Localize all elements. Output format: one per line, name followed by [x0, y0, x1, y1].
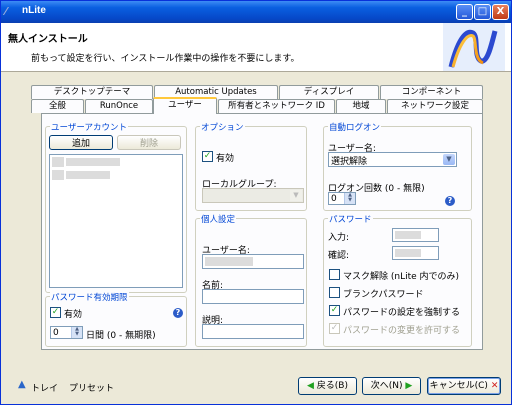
expiry-days-value: 0 — [53, 328, 59, 338]
arrow-right-icon: ▶ — [405, 381, 413, 391]
logon-count-input[interactable]: 0 ▲ ▼ — [328, 192, 356, 205]
options-title: オプション — [200, 121, 245, 133]
autologon-username-select[interactable]: 選択解除 ▼ — [328, 152, 457, 167]
tray-icon: ▲ — [18, 379, 26, 390]
unmask-password-label: マスク解除 (nLite 内でのみ) — [343, 272, 460, 282]
tab-network-settings[interactable]: ネットワーク設定 — [387, 99, 483, 113]
password-title: パスワード — [328, 213, 373, 225]
autologon-group: 自動ログオン ユーザー名: 選択解除 ▼ ログオン回数 (0 - 無限) 0 ▲… — [323, 121, 472, 211]
back-button[interactable]: ◀ 戻る(B) — [298, 377, 357, 395]
blank-password-label: ブランクパスワード — [343, 290, 424, 300]
tab-owner-network-id[interactable]: 所有者とネットワーク ID — [218, 99, 335, 113]
options-enabled-checkbox[interactable]: ✓ — [202, 151, 213, 162]
personal-name-input[interactable] — [202, 289, 304, 304]
tab-users[interactable]: ユーザー — [153, 97, 217, 114]
close-button[interactable]: X — [492, 4, 509, 20]
password-input[interactable] — [392, 228, 439, 242]
expiry-days-input[interactable]: 0 ▲ ▼ — [50, 326, 83, 339]
personal-username-input[interactable] — [202, 254, 304, 269]
banner-description: 前もって設定を行い、インストール作業中の操作を不要にします。 — [31, 54, 300, 64]
minimize-button[interactable]: _ — [456, 4, 473, 20]
header-banner: 無人インストール 前もって設定を行い、インストール作業中の操作を不要にします。 — [1, 23, 511, 72]
expiry-enabled-checkbox[interactable]: ✓ — [50, 307, 61, 318]
password-group: パスワード 入力: 確認: マスク解除 (nLite 内でのみ) ブランクパスワ… — [323, 213, 472, 347]
redacted-password — [395, 231, 421, 239]
add-user-button[interactable]: 追加 — [49, 135, 113, 150]
options-group: オプション ✓ 有効 ローカルグループ: ▼ — [195, 121, 307, 211]
redacted-user-name — [66, 158, 120, 166]
cancel-x-icon: ✕ — [490, 381, 499, 391]
preset-link[interactable]: プリセット — [69, 381, 114, 394]
tab-general[interactable]: 全般 — [31, 99, 84, 113]
autologon-title: 自動ログオン — [328, 121, 382, 133]
allow-password-change-label: パスワードの変更を許可する — [343, 326, 461, 336]
days-spinner-arrows-icon[interactable]: ▲ ▼ — [71, 327, 82, 338]
password-expiry-title: パスワード有効期限 — [50, 291, 129, 303]
nlite-app-icon: ⁄ — [5, 5, 7, 18]
nlite-logo-icon — [443, 23, 505, 71]
nlite-window: ⁄ nLite _ □ X 無人インストール 前もって設定を行い、インストール作… — [0, 0, 512, 405]
password-confirm-label: 確認: — [328, 251, 350, 261]
password-expiry-group: パスワード有効期限 ✓ 有効 ? 0 ▲ ▼ 日間 (0 - 無期限) — [45, 291, 187, 347]
tab-components[interactable]: コンポーネント — [380, 85, 483, 99]
redacted-user-icon — [52, 157, 64, 167]
title-bar: ⁄ nLite _ □ X — [1, 1, 511, 23]
delete-user-button[interactable]: 削除 — [117, 135, 181, 150]
next-label: 次へ(N) — [370, 381, 403, 391]
maximize-button[interactable]: □ — [474, 4, 491, 20]
redacted-user-name — [66, 171, 110, 179]
tab-desktop-theme[interactable]: デスクトップテーマ — [31, 85, 153, 99]
redacted-user-icon — [52, 170, 64, 180]
tray-link[interactable]: トレイ — [31, 381, 58, 394]
chevron-down-icon[interactable]: ▼ — [443, 154, 455, 165]
autologon-username-value: 選択解除 — [331, 157, 368, 167]
personal-description-input[interactable] — [202, 324, 304, 339]
banner-heading: 無人インストール — [8, 34, 88, 45]
user-account-group: ユーザーアカウント 追加 削除 — [45, 121, 187, 293]
tab-display[interactable]: ディスプレイ — [279, 85, 379, 99]
back-label: 戻る(B) — [316, 381, 348, 391]
help-icon[interactable]: ? — [173, 308, 183, 318]
user-account-title: ユーザーアカウント — [50, 121, 128, 133]
password-confirm-input[interactable] — [392, 246, 439, 260]
blank-password-checkbox[interactable] — [329, 287, 340, 298]
expiry-days-label: 日間 (0 - 無期限) — [86, 331, 156, 341]
allow-password-change-checkbox[interactable]: ✓ — [329, 323, 340, 334]
options-enabled-label: 有効 — [216, 154, 235, 164]
unmask-password-checkbox[interactable] — [329, 269, 340, 280]
local-group-select[interactable]: ▼ — [202, 188, 304, 203]
redacted-password — [395, 249, 421, 257]
chevron-down-icon: ▼ — [290, 190, 302, 201]
tab-region[interactable]: 地域 — [336, 99, 386, 113]
next-button[interactable]: 次へ(N) ▶ — [362, 377, 421, 395]
count-spinner-arrows-icon[interactable]: ▲ ▼ — [344, 193, 355, 204]
footer-bar: ▲ トレイ プリセット ◀ 戻る(B) 次へ(N) ▶ キャンセル(C) ✕ — [1, 373, 511, 403]
users-tab-page: ユーザーアカウント 追加 削除 パスワード有効期限 ✓ 有効 ? 0 ▲ ▼ 日間… — [41, 113, 483, 350]
help-icon[interactable]: ? — [445, 196, 455, 206]
arrow-left-icon: ◀ — [307, 381, 314, 391]
personal-settings-group: 個人設定 ユーザー名: 名前: 説明: — [195, 213, 307, 347]
password-input-label: 入力: — [328, 233, 350, 243]
force-password-checkbox[interactable]: ✓ — [329, 305, 340, 316]
redacted-username — [205, 257, 253, 266]
personal-settings-title: 個人設定 — [200, 213, 237, 225]
user-account-list[interactable] — [49, 154, 183, 288]
cancel-button[interactable]: キャンセル(C) ✕ — [427, 377, 501, 395]
expiry-enabled-label: 有効 — [64, 310, 83, 320]
logon-count-value: 0 — [331, 194, 337, 204]
tab-runonce[interactable]: RunOnce — [85, 99, 153, 113]
force-password-label: パスワードの設定を強制する — [343, 308, 461, 318]
window-title: nLite — [22, 5, 46, 16]
cancel-label: キャンセル(C) — [429, 381, 488, 391]
